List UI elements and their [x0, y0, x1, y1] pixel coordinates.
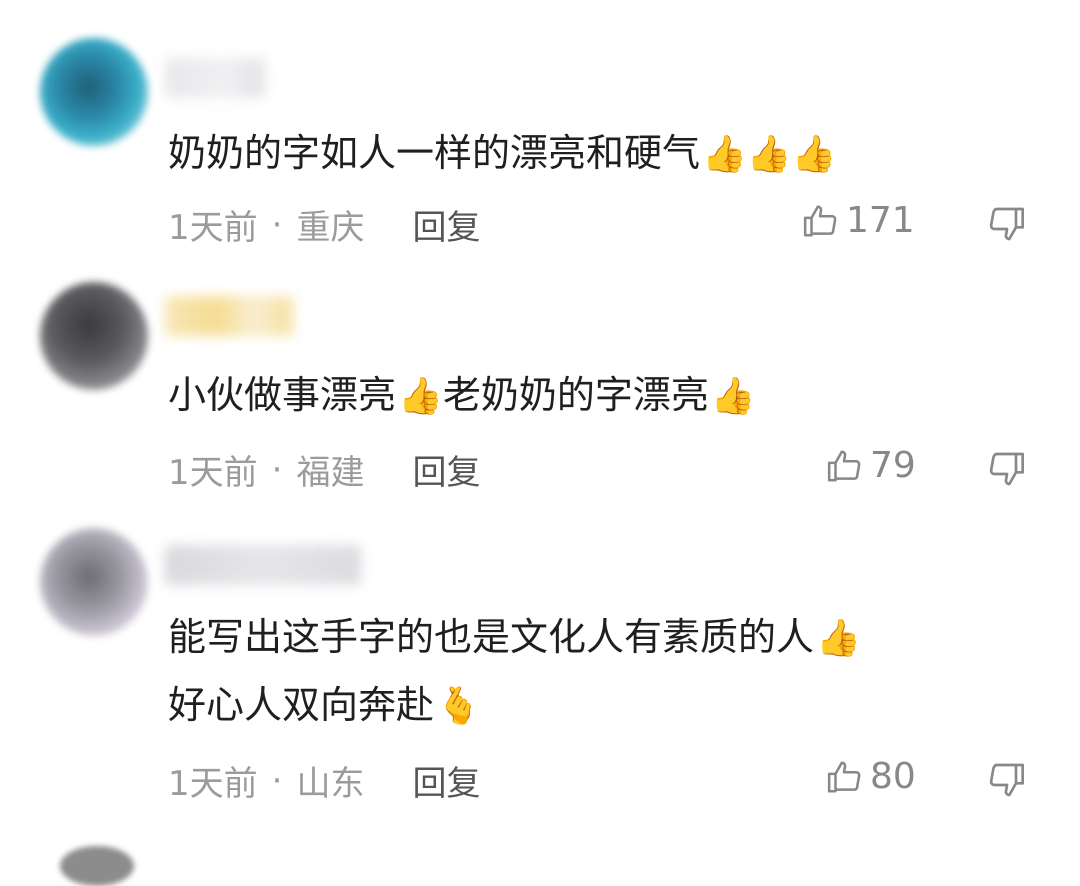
- avatar[interactable]: [60, 846, 134, 886]
- reply-button[interactable]: 回复: [412, 756, 480, 805]
- username-blurred[interactable]: [165, 545, 361, 585]
- like-count: 80: [870, 756, 916, 797]
- comment-time: 1天前: [168, 764, 258, 804]
- thumbs-up-emoji: 👍👍👍: [702, 134, 837, 175]
- reply-button[interactable]: 回复: [412, 445, 480, 494]
- avatar[interactable]: [40, 282, 148, 390]
- like-button[interactable]: 171: [802, 200, 915, 241]
- thumbs-down-icon[interactable]: [986, 204, 1026, 244]
- thumbs-up-emoji: 👍: [816, 618, 861, 659]
- username-blurred[interactable]: [165, 296, 293, 336]
- avatar[interactable]: [40, 38, 148, 146]
- comment-location: 重庆: [296, 208, 365, 248]
- comment-time: 1天前: [168, 453, 258, 493]
- username-blurred[interactable]: [165, 58, 265, 98]
- meta-separator: ·: [271, 760, 283, 801]
- avatar[interactable]: [40, 528, 148, 636]
- comment-meta: 1天前 · 福建 回复: [168, 445, 480, 494]
- comment-text: 能写出这手字的也是文化人有素质的人👍: [168, 615, 861, 659]
- like-count: 79: [870, 445, 916, 486]
- thumbs-up-icon: [803, 204, 837, 237]
- comment-location: 山东: [296, 764, 365, 804]
- like-count: 171: [846, 200, 915, 241]
- reply-button[interactable]: 回复: [412, 200, 480, 249]
- comment-time: 1天前: [168, 208, 258, 248]
- comment-meta: 1天前 · 重庆 回复: [168, 200, 480, 249]
- comment-meta: 1天前 · 山东 回复: [168, 756, 480, 805]
- thumbs-down-icon[interactable]: [986, 449, 1026, 489]
- comment-text: 小伙做事漂亮👍老奶奶的字漂亮👍: [168, 373, 756, 417]
- thumbs-up-emoji: 👍: [710, 376, 756, 417]
- meta-separator: ·: [271, 204, 283, 245]
- like-button[interactable]: 80: [826, 756, 916, 797]
- thumbs-up-icon: [827, 760, 861, 793]
- like-button[interactable]: 79: [826, 445, 916, 486]
- comment-text-line2: 好心人双向奔赴🫰: [168, 683, 481, 727]
- thumbs-down-icon[interactable]: [986, 760, 1026, 800]
- thumbs-up-emoji: 👍: [398, 376, 443, 417]
- finger-heart-emoji: 🫰: [436, 686, 481, 727]
- thumbs-up-icon: [827, 449, 861, 482]
- comment-text: 奶奶的字如人一样的漂亮和硬气👍👍👍: [168, 131, 837, 175]
- meta-separator: ·: [271, 449, 283, 490]
- comment-location: 福建: [296, 453, 365, 493]
